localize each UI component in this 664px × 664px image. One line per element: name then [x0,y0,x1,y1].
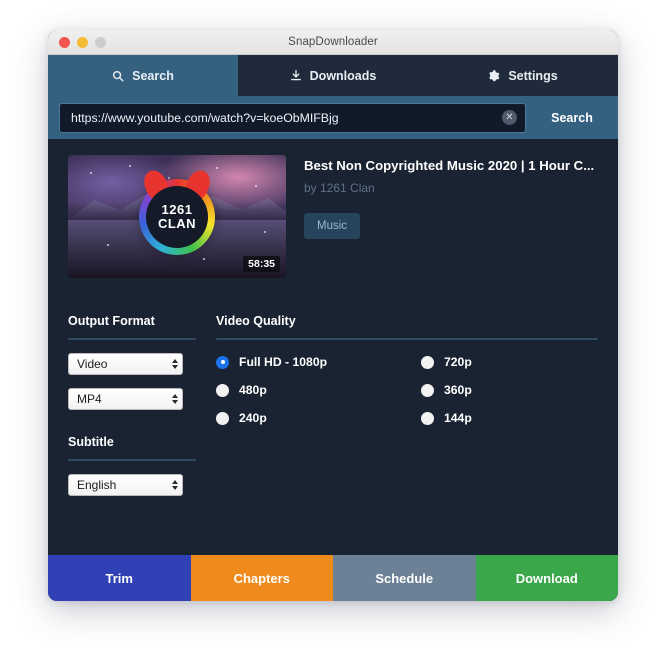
stepper-arrows-icon [172,359,178,369]
search-icon [112,70,124,82]
download-button[interactable]: Download [475,555,618,601]
radio-icon[interactable] [216,411,229,425]
schedule-button[interactable]: Schedule [333,555,476,601]
subtitle-block: Subtitle English [68,435,196,496]
star-icon [216,167,219,170]
gear-icon [488,69,500,82]
video-meta: Best Non Copyrighted Music 2020 | 1 Hour… [304,155,598,278]
clear-circle-icon[interactable]: ✕ [502,110,517,125]
radio-icon[interactable] [216,355,229,369]
search-field-wrapper[interactable]: ✕ [59,102,526,133]
clan-logo-top-text: 1261 [161,201,193,217]
star-icon [255,184,258,187]
chapters-button[interactable]: Chapters [190,555,333,601]
radio-icon[interactable] [421,383,434,397]
title-bar: SnapDownloader [48,30,618,55]
quality-option-480p[interactable]: 480p [216,383,407,397]
quality-option-label: 720p [444,355,472,369]
quality-option-label: 144p [444,411,472,425]
search-input[interactable] [71,110,502,125]
tab-search[interactable]: Search [48,55,238,96]
radio-icon[interactable] [216,383,229,397]
search-button[interactable]: Search [526,111,618,125]
output-container-select[interactable]: MP4 [68,388,183,410]
app-window: SnapDownloader Search Downloads Settings… [48,30,618,601]
output-type-value: Video [77,357,108,371]
options-row: Output Format Video MP4 Subtitle English [68,314,598,496]
video-title: Best Non Copyrighted Music 2020 | 1 Hour… [304,158,595,173]
video-quality-options: Full HD - 1080p 720p 480p 360p 240p 144p [216,355,598,425]
subtitle-label: Subtitle [68,435,114,449]
tab-downloads-label: Downloads [309,68,377,83]
star-icon [129,164,132,167]
video-duration-badge: 58:35 [243,256,280,272]
radio-icon[interactable] [421,411,434,425]
stepper-arrows-icon [172,394,178,404]
video-info-row: 1261 CLAN 58:35 Best Non Copyrighted Mus… [68,155,598,278]
output-format-divider [68,338,196,340]
video-quality-label: Video Quality [216,314,296,328]
tab-downloads[interactable]: Downloads [238,55,428,96]
clan-logo-bottom-text: CLAN [157,215,197,231]
star-icon [89,172,92,175]
subtitle-value: English [77,478,117,492]
trim-button[interactable]: Trim [48,555,191,601]
tab-search-label: Search [132,68,174,83]
window-title: SnapDownloader [288,36,378,48]
output-format-column: Output Format Video MP4 Subtitle English [68,314,196,496]
download-icon [290,69,302,82]
tab-settings[interactable]: Settings [428,55,618,96]
clan-logo-inner: 1261 CLAN [146,185,208,248]
tab-bar: Search Downloads Settings [48,55,618,96]
video-author: by 1261 Clan [304,181,375,195]
quality-option-1080p[interactable]: Full HD - 1080p [216,355,407,369]
radio-icon[interactable] [421,355,434,369]
quality-option-360p[interactable]: 360p [407,383,598,397]
search-bar: ✕ Search [48,96,618,139]
stepper-arrows-icon [172,480,178,490]
video-quality-divider [216,338,598,340]
quality-option-240p[interactable]: 240p [216,411,407,425]
quality-option-label: 240p [239,411,267,425]
quality-option-label: 360p [444,383,472,397]
output-type-select[interactable]: Video [68,353,183,375]
output-container-value: MP4 [77,392,102,406]
star-icon [107,243,110,246]
quality-option-720p[interactable]: 720p [407,355,598,369]
video-quality-column: Video Quality Full HD - 1080p 720p 480p [216,314,598,496]
subtitle-select[interactable]: English [68,474,183,496]
output-format-label: Output Format [68,314,155,328]
video-thumbnail[interactable]: 1261 CLAN 58:35 [68,155,286,278]
quality-option-144p[interactable]: 144p [407,411,598,425]
subtitle-divider [68,459,196,461]
action-bar: Trim Chapters Schedule Download [48,555,618,601]
quality-option-label: Full HD - 1080p [239,355,328,369]
main-content: 1261 CLAN 58:35 Best Non Copyrighted Mus… [48,139,618,555]
quality-option-label: 480p [239,383,267,397]
clan-logo: 1261 CLAN [139,178,215,255]
tab-settings-label: Settings [508,68,558,83]
video-category-tag[interactable]: Music [304,213,361,239]
